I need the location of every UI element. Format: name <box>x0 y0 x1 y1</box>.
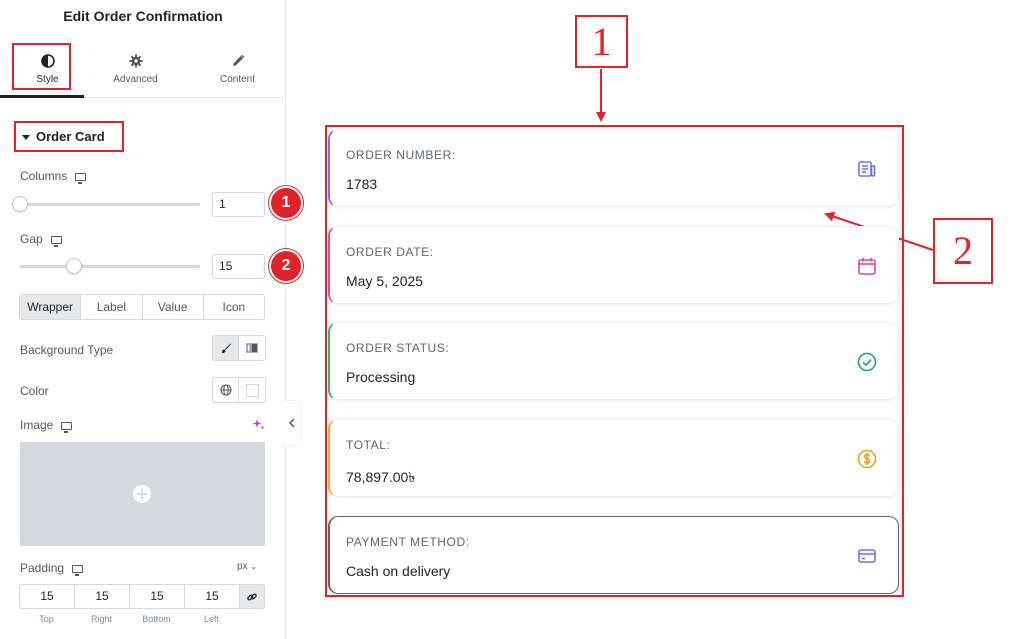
receipt-icon <box>858 161 876 177</box>
card-label: ORDER DATE: <box>346 245 434 259</box>
check-circle-icon <box>857 352 877 372</box>
calendar-icon <box>858 258 876 275</box>
card-icon <box>858 549 876 563</box>
dollar-circle-icon <box>857 449 877 469</box>
card-label: ORDER STATUS: <box>346 341 450 355</box>
order-card-payment: PAYMENT METHOD: Cash on delivery <box>328 516 899 594</box>
card-value: May 5, 2025 <box>346 273 424 289</box>
card-value: 78,897.00৳ <box>346 469 416 485</box>
card-value: 1783 <box>346 176 378 192</box>
card-label: TOTAL: <box>346 438 391 452</box>
card-value: Cash on delivery <box>346 563 451 579</box>
card-value: Processing <box>346 369 416 385</box>
order-card-number: ORDER NUMBER: 1783 <box>328 129 899 207</box>
order-card-total: TOTAL: 78,897.00৳ <box>328 419 899 497</box>
order-card-date: ORDER DATE: May 5, 2025 <box>328 226 899 304</box>
order-card-status: ORDER STATUS: Processing <box>328 322 899 400</box>
card-label: PAYMENT METHOD: <box>346 535 470 549</box>
card-label: ORDER NUMBER: <box>346 148 456 162</box>
